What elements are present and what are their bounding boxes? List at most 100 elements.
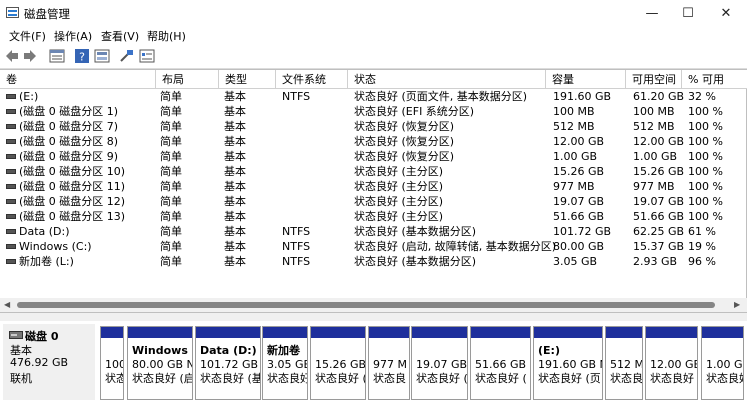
volume-row[interactable]: (磁盘 0 磁盘分区 13) 简单 基本 状态良好 (主分区) 51.66 GB 51.6…: [0, 209, 747, 224]
partition-text: 12.00 GB 状态良好 (: [650, 344, 697, 386]
partition-status: 状态良好 (启: [132, 372, 193, 385]
cell-layout: 简单: [160, 135, 182, 148]
partition-block[interactable]: (E:) 191.60 GB N 状态良好 (页: [533, 326, 603, 400]
partition-status: 状态良好 (基: [200, 372, 261, 385]
volume-row[interactable]: (磁盘 0 磁盘分区 8) 简单 基本 状态良好 (恢复分区) 12.00 GB 12.0…: [0, 134, 747, 149]
cell-type: 基本: [224, 225, 246, 238]
partition-status: 状态: [105, 372, 123, 385]
volume-row[interactable]: (磁盘 0 磁盘分区 7) 简单 基本 状态良好 (恢复分区) 512 MB 512 MB…: [0, 119, 747, 134]
volume-row[interactable]: Data (D:) 简单 基本 NTFS 状态良好 (基本数据分区) 101.72 GB 6…: [0, 224, 747, 239]
cell-filesystem: NTFS: [282, 90, 311, 103]
cell-layout: 简单: [160, 255, 182, 268]
column-header-layout[interactable]: 布局: [156, 70, 219, 89]
cell-type: 基本: [224, 150, 246, 163]
scroll-right-icon[interactable]: ▶: [734, 300, 740, 309]
partition-block[interactable]: 51.66 GB 状态良好 (: [470, 326, 531, 400]
cell-percent-free: 100 %: [688, 180, 723, 193]
help-icon[interactable]: ?: [74, 48, 90, 64]
cell-layout: 简单: [160, 195, 182, 208]
partition-status: 状态良好 (: [650, 372, 698, 385]
close-button[interactable]: ✕: [707, 0, 745, 26]
partition-status: 状态良: [373, 372, 406, 385]
cell-filesystem: NTFS: [282, 225, 311, 238]
partition-block[interactable]: 15.26 GB 状态良好 (: [310, 326, 366, 400]
cell-status: 状态良好 (主分区): [354, 165, 444, 178]
cell-status: 状态良好 (基本数据分区): [354, 225, 477, 238]
volume-icon: [6, 139, 16, 144]
disk-info[interactable]: 磁盘 0 基本 476.92 GB 联机: [3, 324, 95, 400]
column-header-capacity[interactable]: 容量: [546, 70, 626, 89]
cell-filesystem: NTFS: [282, 255, 311, 268]
volume-icon: [6, 109, 16, 114]
properties-icon[interactable]: [139, 48, 155, 64]
cell-capacity: 191.60 GB: [553, 90, 612, 103]
column-header-free-space[interactable]: 可用空间: [626, 70, 682, 89]
partition-status: 状态良好 (: [475, 372, 527, 385]
partition-block[interactable]: 19.07 GB 状态良好 (: [411, 326, 468, 400]
column-header-percent-free[interactable]: % 可用: [682, 70, 747, 89]
cell-type: 基本: [224, 90, 246, 103]
partition-text: Data (D:)101.72 GB N状态良好 (基: [200, 344, 260, 386]
cell-percent-free: 100 %: [688, 195, 723, 208]
back-arrow-icon[interactable]: [4, 48, 20, 64]
partition-status: 状态良好 (: [416, 372, 468, 385]
cell-status: 状态良好 (EFI 系统分区): [354, 105, 475, 118]
partition-label: 新加卷: [267, 344, 300, 357]
disk-list-icon[interactable]: [94, 48, 110, 64]
cell-free-space: 51.66 GB: [633, 210, 685, 223]
partition-block[interactable]: 100状态: [100, 326, 124, 400]
partition-color-band: [128, 327, 192, 338]
volume-row[interactable]: (磁盘 0 磁盘分区 12) 简单 基本 状态良好 (主分区) 19.07 GB 19.0…: [0, 194, 747, 209]
scrollbar-thumb[interactable]: [17, 302, 715, 308]
partition-block[interactable]: Windows 80.00 GB N 状态良好 (启: [127, 326, 193, 400]
partition-color-band: [534, 327, 602, 338]
volume-row[interactable]: (磁盘 0 磁盘分区 10) 简单 基本 状态良好 (主分区) 15.26 GB 15.2…: [0, 164, 747, 179]
pane-splitter[interactable]: [0, 313, 747, 321]
partition-status: 状态良好: [706, 372, 743, 385]
volume-row[interactable]: 新加卷 (L:) 简单 基本 NTFS 状态良好 (基本数据分区) 3.05 GB 2.93…: [0, 254, 747, 269]
title-bar: 磁盘管理 — ☐ ✕: [0, 0, 747, 26]
column-header-volume[interactable]: 卷: [0, 70, 156, 89]
column-header-type[interactable]: 类型: [219, 70, 276, 89]
volume-list-icon[interactable]: [49, 48, 65, 64]
column-header-status[interactable]: 状态: [348, 70, 546, 89]
partition-block[interactable]: 977 M 状态良: [368, 326, 410, 400]
partition-status: 状态良: [610, 372, 643, 385]
volume-row[interactable]: Windows (C:) 简单 基本 NTFS 状态良好 (启动, 故障转储, 基本数据…: [0, 239, 747, 254]
cell-capacity: 100 MB: [553, 105, 595, 118]
volume-row[interactable]: (磁盘 0 磁盘分区 11) 简单 基本 状态良好 (主分区) 977 MB 977 MB…: [0, 179, 747, 194]
partition-label: Data (D:): [200, 344, 257, 357]
horizontal-scrollbar[interactable]: ◀ ▶: [0, 298, 747, 312]
menu-view[interactable]: 查看(V): [101, 28, 139, 44]
cell-free-space: 19.07 GB: [633, 195, 685, 208]
volume-icon: [6, 94, 16, 99]
partition-block[interactable]: 512 M 状态良: [605, 326, 643, 400]
cell-type: 基本: [224, 255, 246, 268]
partition-block[interactable]: 1.00 GB状态良好: [701, 326, 744, 400]
scroll-left-icon[interactable]: ◀: [4, 300, 10, 309]
volume-row[interactable]: (磁盘 0 磁盘分区 1) 简单 基本 状态良好 (EFI 系统分区) 100 MB 10…: [0, 104, 747, 119]
maximize-button[interactable]: ☐: [669, 0, 707, 26]
cell-type: 基本: [224, 195, 246, 208]
rescan-icon[interactable]: [119, 48, 135, 64]
cell-percent-free: 19 %: [688, 240, 716, 253]
menu-action[interactable]: 操作(A): [54, 28, 92, 44]
column-header-filesystem[interactable]: 文件系统: [276, 70, 348, 89]
partition-block[interactable]: 新加卷 3.05 GB 状态良好: [262, 326, 308, 400]
partition-size: 512 M: [610, 358, 643, 371]
partition-color-band: [101, 327, 123, 338]
menu-file[interactable]: 文件(F): [9, 28, 46, 44]
partition-label: [475, 344, 530, 358]
partition-block[interactable]: 12.00 GB 状态良好 (: [645, 326, 698, 400]
partition-block[interactable]: Data (D:)101.72 GB N状态良好 (基: [195, 326, 261, 400]
forward-arrow-icon[interactable]: [22, 48, 38, 64]
cell-layout: 简单: [160, 240, 182, 253]
volume-row[interactable]: (磁盘 0 磁盘分区 9) 简单 基本 状态良好 (恢复分区) 1.00 GB 1.00 …: [0, 149, 747, 164]
minimize-button[interactable]: —: [633, 0, 671, 26]
cell-free-space: 100 MB: [633, 105, 675, 118]
partition-label: [650, 344, 697, 358]
cell-volume: (磁盘 0 磁盘分区 13): [19, 210, 126, 223]
partition-text: 新加卷 3.05 GB 状态良好: [267, 344, 307, 386]
menu-help[interactable]: 帮助(H): [147, 28, 186, 44]
volume-row[interactable]: (E:) 简单 基本 NTFS 状态良好 (页面文件, 基本数据分区) 191.60 GB…: [0, 89, 747, 104]
